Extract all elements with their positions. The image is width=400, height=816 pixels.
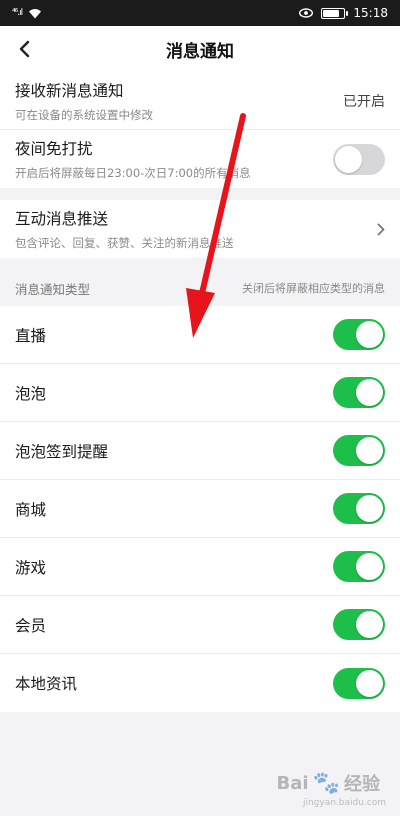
toggle-knob (356, 495, 383, 522)
wifi-icon (29, 8, 42, 18)
interactive-subtitle: 包含评论、回复、获赞、关注的新消息推送 (15, 236, 234, 250)
local-news-toggle[interactable] (333, 667, 385, 699)
live-toggle[interactable] (333, 319, 385, 350)
status-bar: ⁴⁶.ıl 15:18 (0, 0, 400, 26)
bubble-checkin-toggle[interactable] (333, 435, 385, 466)
divider-gap (0, 188, 400, 200)
member-toggle[interactable] (333, 609, 385, 640)
type-row-member: 会员 (0, 596, 400, 654)
types-section-title: 消息通知类型 (15, 281, 91, 297)
type-label: 直播 (15, 326, 47, 345)
chevron-left-icon (19, 40, 30, 58)
receive-status: 已开启 (343, 93, 385, 110)
type-label: 商城 (15, 500, 47, 519)
eye-icon (299, 8, 314, 18)
toggle-knob (356, 611, 383, 638)
toggle-knob (356, 553, 383, 580)
watermark: Bai 🐾 经验 (277, 770, 380, 796)
type-row-bubble-checkin: 泡泡签到提醒 (0, 422, 400, 480)
watermark-text2: 经验 (344, 774, 380, 795)
dnd-subtitle: 开启后将屏蔽每日23:00-次日7:00的所有消息 (15, 166, 251, 180)
game-toggle[interactable] (333, 551, 385, 582)
toggle-knob (335, 145, 362, 173)
battery-level (323, 9, 340, 17)
interactive-push-row[interactable]: 互动消息推送 包含评论、回复、获赞、关注的新消息推送 (0, 200, 400, 258)
interactive-title: 互动消息推送 (15, 210, 109, 228)
type-label: 泡泡签到提醒 (15, 442, 109, 461)
status-right: 15:18 (299, 6, 388, 20)
dnd-title: 夜间免打扰 (15, 140, 93, 158)
mall-toggle[interactable] (333, 493, 385, 524)
type-label: 本地资讯 (15, 675, 78, 693)
type-row-live: 直播 (0, 306, 400, 364)
dnd-toggle[interactable] (333, 143, 385, 175)
chevron-right-icon (377, 223, 385, 235)
type-label: 会员 (15, 616, 47, 635)
toggle-knob (356, 437, 383, 464)
interactive-section: 互动消息推送 包含评论、回复、获赞、关注的新消息推送 (0, 200, 400, 258)
watermark-text: Bai (276, 772, 309, 794)
types-section-note: 关闭后将屏蔽相应类型的消息 (242, 282, 385, 295)
toggle-knob (356, 321, 383, 348)
toggle-knob (356, 379, 383, 406)
watermark-url: jingyan.baidu.com (302, 798, 386, 808)
status-time: 15:18 (353, 6, 388, 20)
paw-icon: 🐾 (312, 770, 340, 796)
signal-icon: ⁴⁶.ıl (12, 8, 23, 18)
notification-types-list: 直播 泡泡 泡泡签到提醒 商城 游戏 会员 本地资讯 (0, 306, 400, 712)
divider-gap (0, 258, 400, 270)
receive-subtitle: 可在设备的系统设置中修改 (15, 107, 153, 122)
battery-icon (321, 7, 349, 19)
notification-settings: 接收新消息通知 可在设备的系统设置中修改 已开启 夜间免打扰 开启后将屏蔽每日2… (0, 72, 400, 188)
types-section-header: 消息通知类型 关闭后将屏蔽相应类型的消息 (0, 270, 400, 306)
type-row-local-news: 本地资讯 (0, 654, 400, 712)
page-title: 消息通知 (166, 41, 234, 62)
dnd-row: 夜间免打扰 开启后将屏蔽每日23:00-次日7:00的所有消息 (0, 130, 400, 188)
bubble-toggle[interactable] (333, 377, 385, 408)
receive-title: 接收新消息通知 (15, 81, 124, 100)
back-button[interactable] (12, 35, 36, 63)
type-row-game: 游戏 (0, 538, 400, 596)
nav-bar: 消息通知 (0, 26, 400, 72)
toggle-knob (356, 669, 383, 697)
type-row-bubble: 泡泡 (0, 364, 400, 422)
type-row-mall: 商城 (0, 480, 400, 538)
type-label: 泡泡 (15, 384, 47, 403)
receive-notifications-row[interactable]: 接收新消息通知 可在设备的系统设置中修改 已开启 (0, 72, 400, 130)
type-label: 游戏 (15, 558, 47, 577)
status-left: ⁴⁶.ıl (12, 8, 42, 19)
